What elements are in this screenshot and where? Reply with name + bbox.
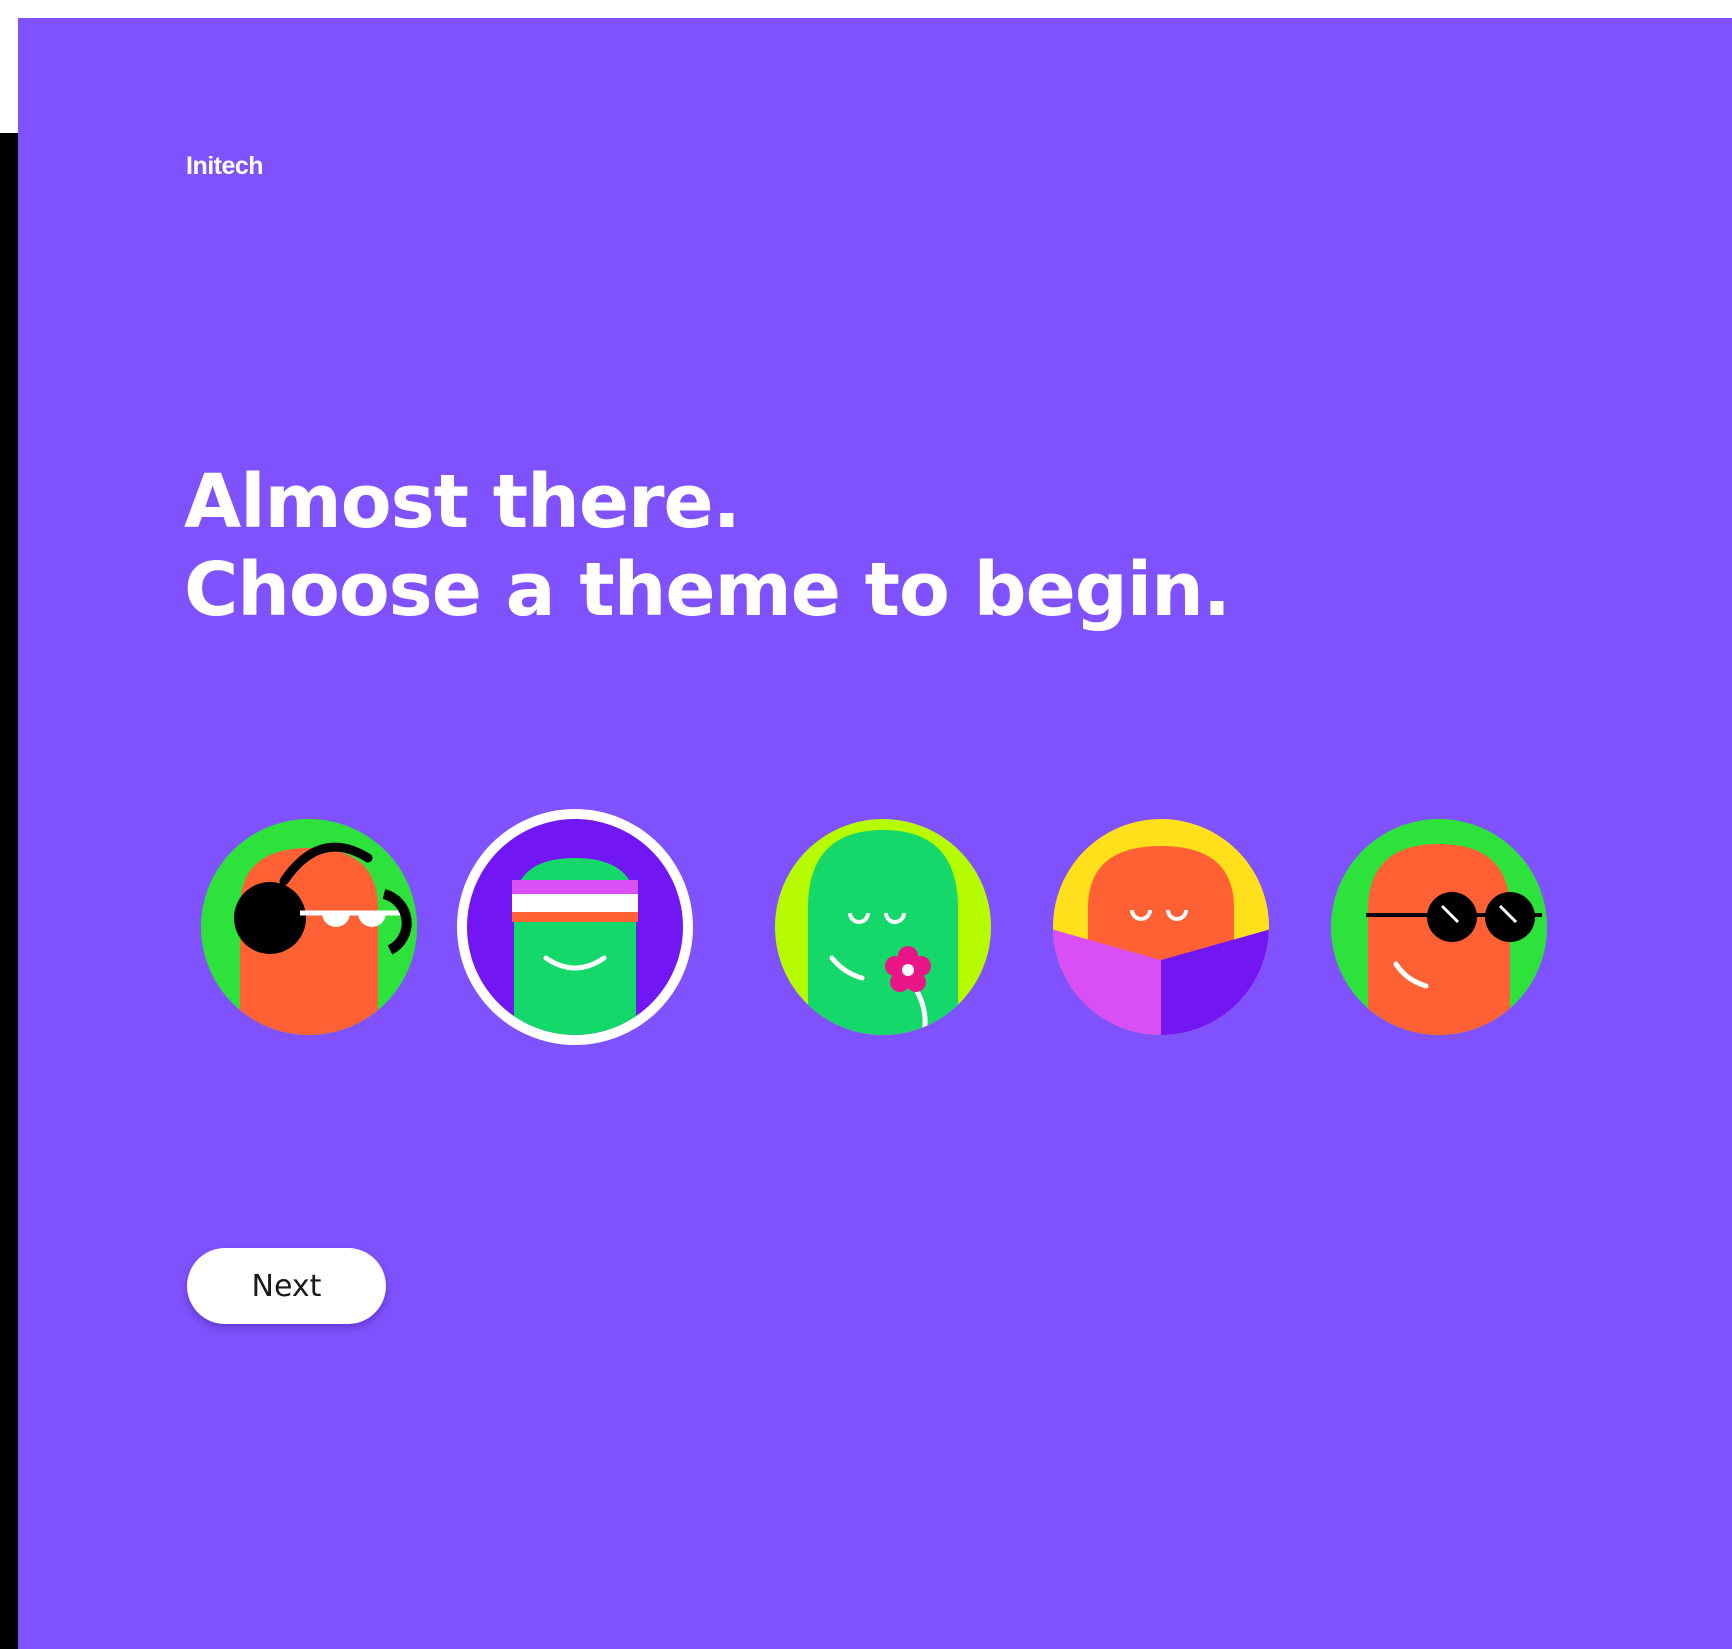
theme-option-sunglasses[interactable] — [1330, 818, 1548, 1036]
reading-character-icon — [1053, 819, 1269, 1035]
sunglasses-character-icon — [1331, 819, 1547, 1035]
headphones-character-icon — [201, 819, 417, 1035]
flower-character-icon — [775, 819, 991, 1035]
theme-picker — [18, 18, 1732, 1118]
next-button[interactable]: Next — [187, 1248, 386, 1324]
theme-option-reading[interactable] — [1052, 818, 1270, 1036]
headband-character-icon — [457, 809, 693, 1045]
theme-option-flower[interactable] — [774, 818, 992, 1036]
window-edge — [0, 133, 18, 1649]
onboarding-screen: Initech Almost there. Choose a theme to … — [18, 18, 1732, 1649]
theme-option-headband[interactable] — [457, 809, 693, 1045]
theme-option-headphones[interactable] — [200, 818, 418, 1036]
